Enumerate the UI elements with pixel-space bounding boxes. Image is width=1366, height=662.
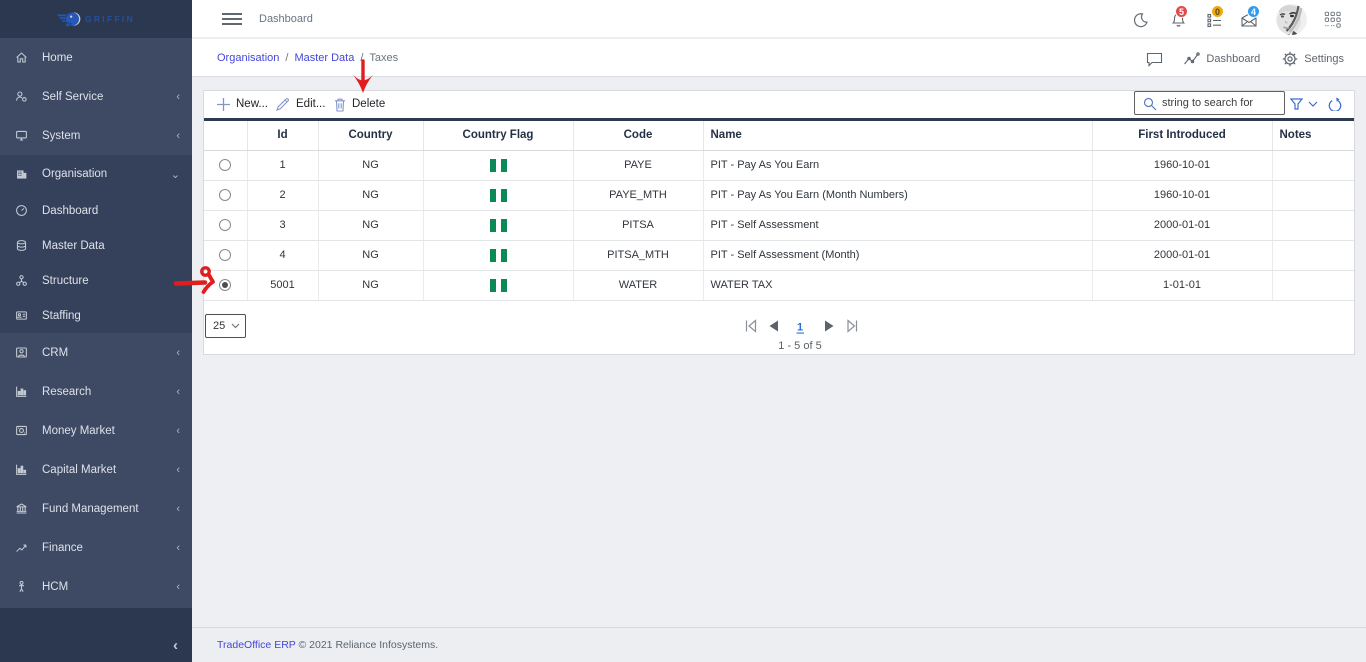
svg-text:1: 1	[797, 322, 803, 334]
